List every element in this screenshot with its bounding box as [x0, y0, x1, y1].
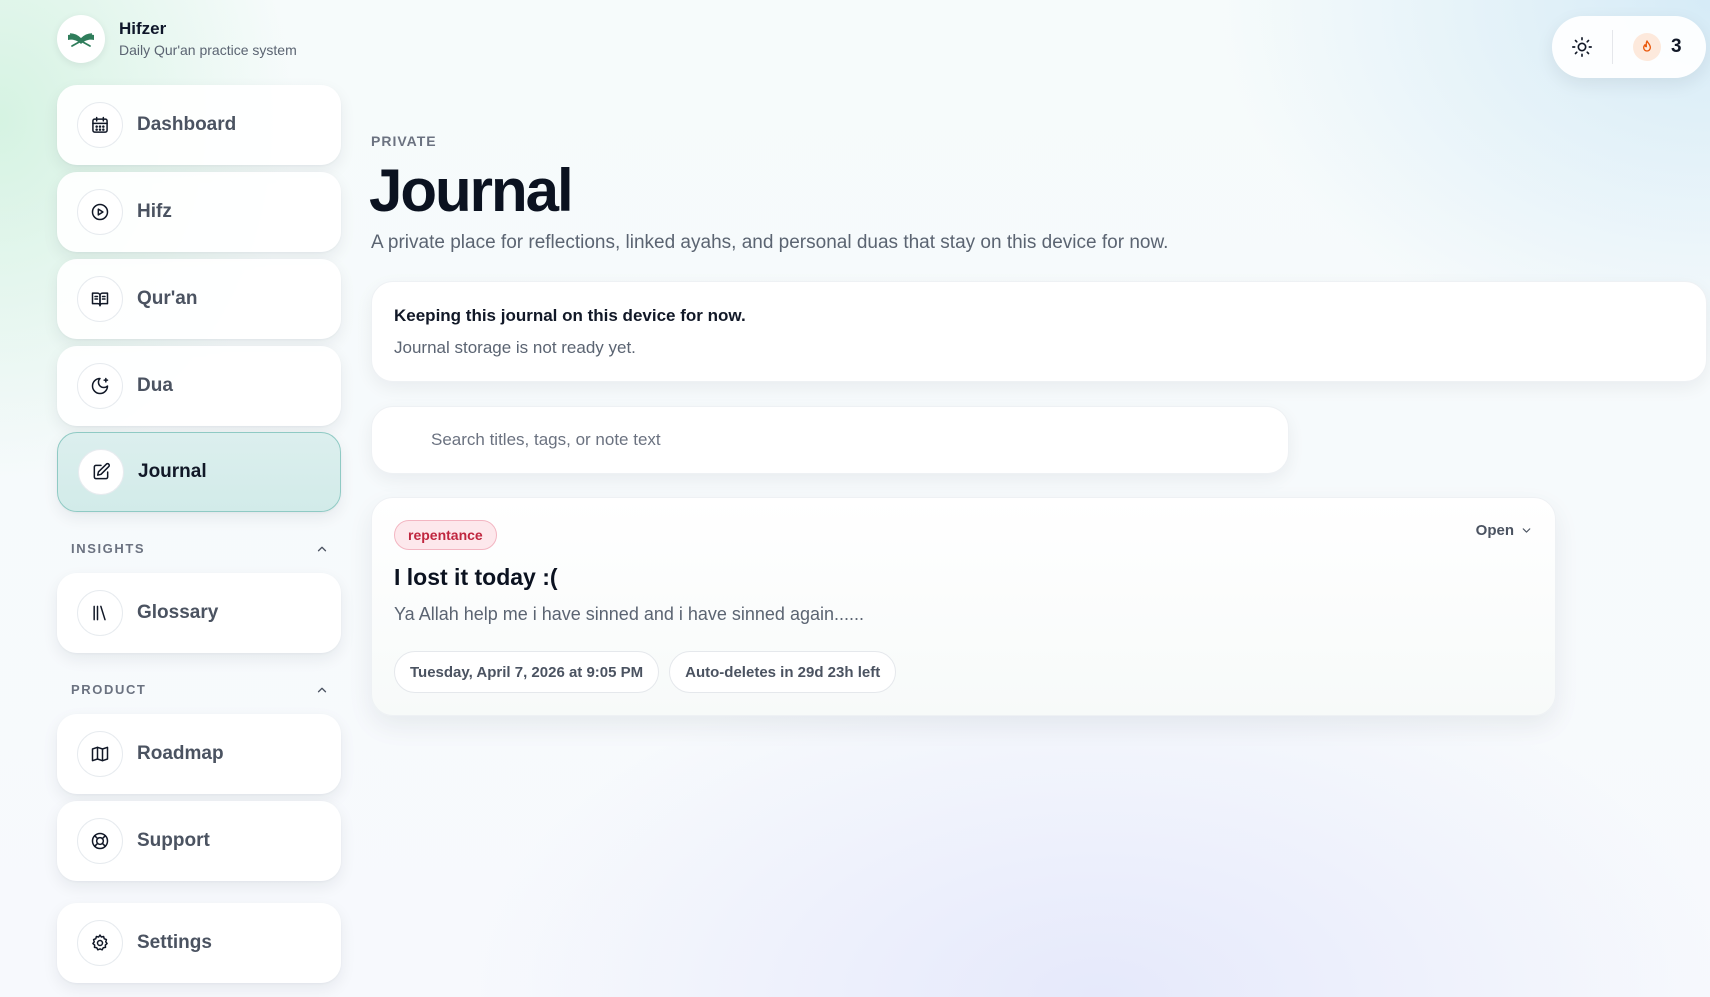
- brand-name: Hifzer: [119, 18, 167, 38]
- streak-count: 3: [1671, 36, 1682, 57]
- top-actions: 3: [1552, 16, 1706, 78]
- play-circle-icon: [77, 189, 123, 235]
- nav-label: Roadmap: [137, 743, 224, 764]
- nav-item-settings[interactable]: Settings: [57, 903, 341, 983]
- quran-logo-icon: [57, 15, 105, 63]
- sun-icon: [1571, 36, 1593, 58]
- nav-label: Journal: [138, 461, 207, 482]
- flame-icon: [1633, 33, 1661, 61]
- nav-item-hifz[interactable]: Hifz: [57, 172, 341, 252]
- insights-section-toggle[interactable]: INSIGHTS: [71, 541, 329, 556]
- nav-label: Hifz: [137, 201, 172, 222]
- notice-title: Keeping this journal on this device for …: [394, 306, 746, 325]
- open-entry-button[interactable]: Open: [1476, 522, 1533, 539]
- brand[interactable]: Hifzer Daily Qur'an practice system: [57, 15, 297, 63]
- storage-notice: Keeping this journal on this device for …: [371, 281, 1707, 382]
- entry-meta: Tuesday, April 7, 2026 at 9:05 PM Auto-d…: [394, 651, 897, 693]
- chevron-up-icon: [315, 542, 329, 556]
- page-eyebrow: PRIVATE: [371, 133, 437, 149]
- entry-date-chip: Tuesday, April 7, 2026 at 9:05 PM: [394, 651, 660, 693]
- notice-body: Journal storage is not ready yet.: [394, 338, 636, 357]
- nav-label: Qur'an: [137, 288, 198, 309]
- nav-label: Settings: [137, 932, 212, 953]
- brand-tagline: Daily Qur'an practice system: [119, 41, 297, 58]
- nav-item-dua[interactable]: Dua: [57, 346, 341, 426]
- open-label: Open: [1475, 522, 1514, 539]
- entry-tag[interactable]: repentance: [394, 520, 497, 550]
- entry-body: Ya Allah help me i have sinned and i hav…: [394, 604, 864, 624]
- streak-button[interactable]: 3: [1613, 33, 1682, 61]
- nav-label: Dashboard: [137, 114, 237, 135]
- journal-entry-card[interactable]: repentance Open I lost it today :( Ya Al…: [371, 497, 1556, 716]
- nav-item-dashboard[interactable]: Dashboard: [57, 85, 341, 165]
- page-description: A private place for reflections, linked …: [371, 232, 1169, 253]
- entry-title: I lost it today :(: [394, 564, 558, 590]
- nav-label: Dua: [137, 375, 173, 396]
- book-open-icon: [77, 276, 123, 322]
- search-box: [371, 406, 1289, 474]
- page-title: Journal: [369, 157, 574, 224]
- nav-item-quran[interactable]: Qur'an: [57, 259, 341, 339]
- calendar-icon: [77, 102, 123, 148]
- library-icon: [77, 590, 123, 636]
- section-title: PRODUCT: [71, 682, 147, 697]
- nav-label: Glossary: [137, 602, 219, 623]
- life-buoy-icon: [77, 818, 123, 864]
- entry-expiry-chip: Auto-deletes in 29d 23h left: [669, 651, 897, 693]
- gear-icon: [77, 920, 123, 966]
- search-input[interactable]: [372, 407, 1288, 473]
- product-section-toggle[interactable]: PRODUCT: [71, 682, 329, 697]
- edit-square-icon: [78, 449, 124, 495]
- nav-item-roadmap[interactable]: Roadmap: [57, 714, 341, 794]
- map-icon: [77, 731, 123, 777]
- nav-item-glossary[interactable]: Glossary: [57, 573, 341, 653]
- nav-item-support[interactable]: Support: [57, 801, 341, 881]
- theme-toggle-button[interactable]: [1552, 16, 1612, 78]
- moon-star-icon: [77, 363, 123, 409]
- nav-label: Support: [137, 830, 210, 851]
- chevron-down-icon: [1520, 524, 1533, 537]
- nav-item-journal[interactable]: Journal: [57, 432, 341, 512]
- chevron-up-icon: [315, 683, 329, 697]
- section-title: INSIGHTS: [71, 541, 146, 556]
